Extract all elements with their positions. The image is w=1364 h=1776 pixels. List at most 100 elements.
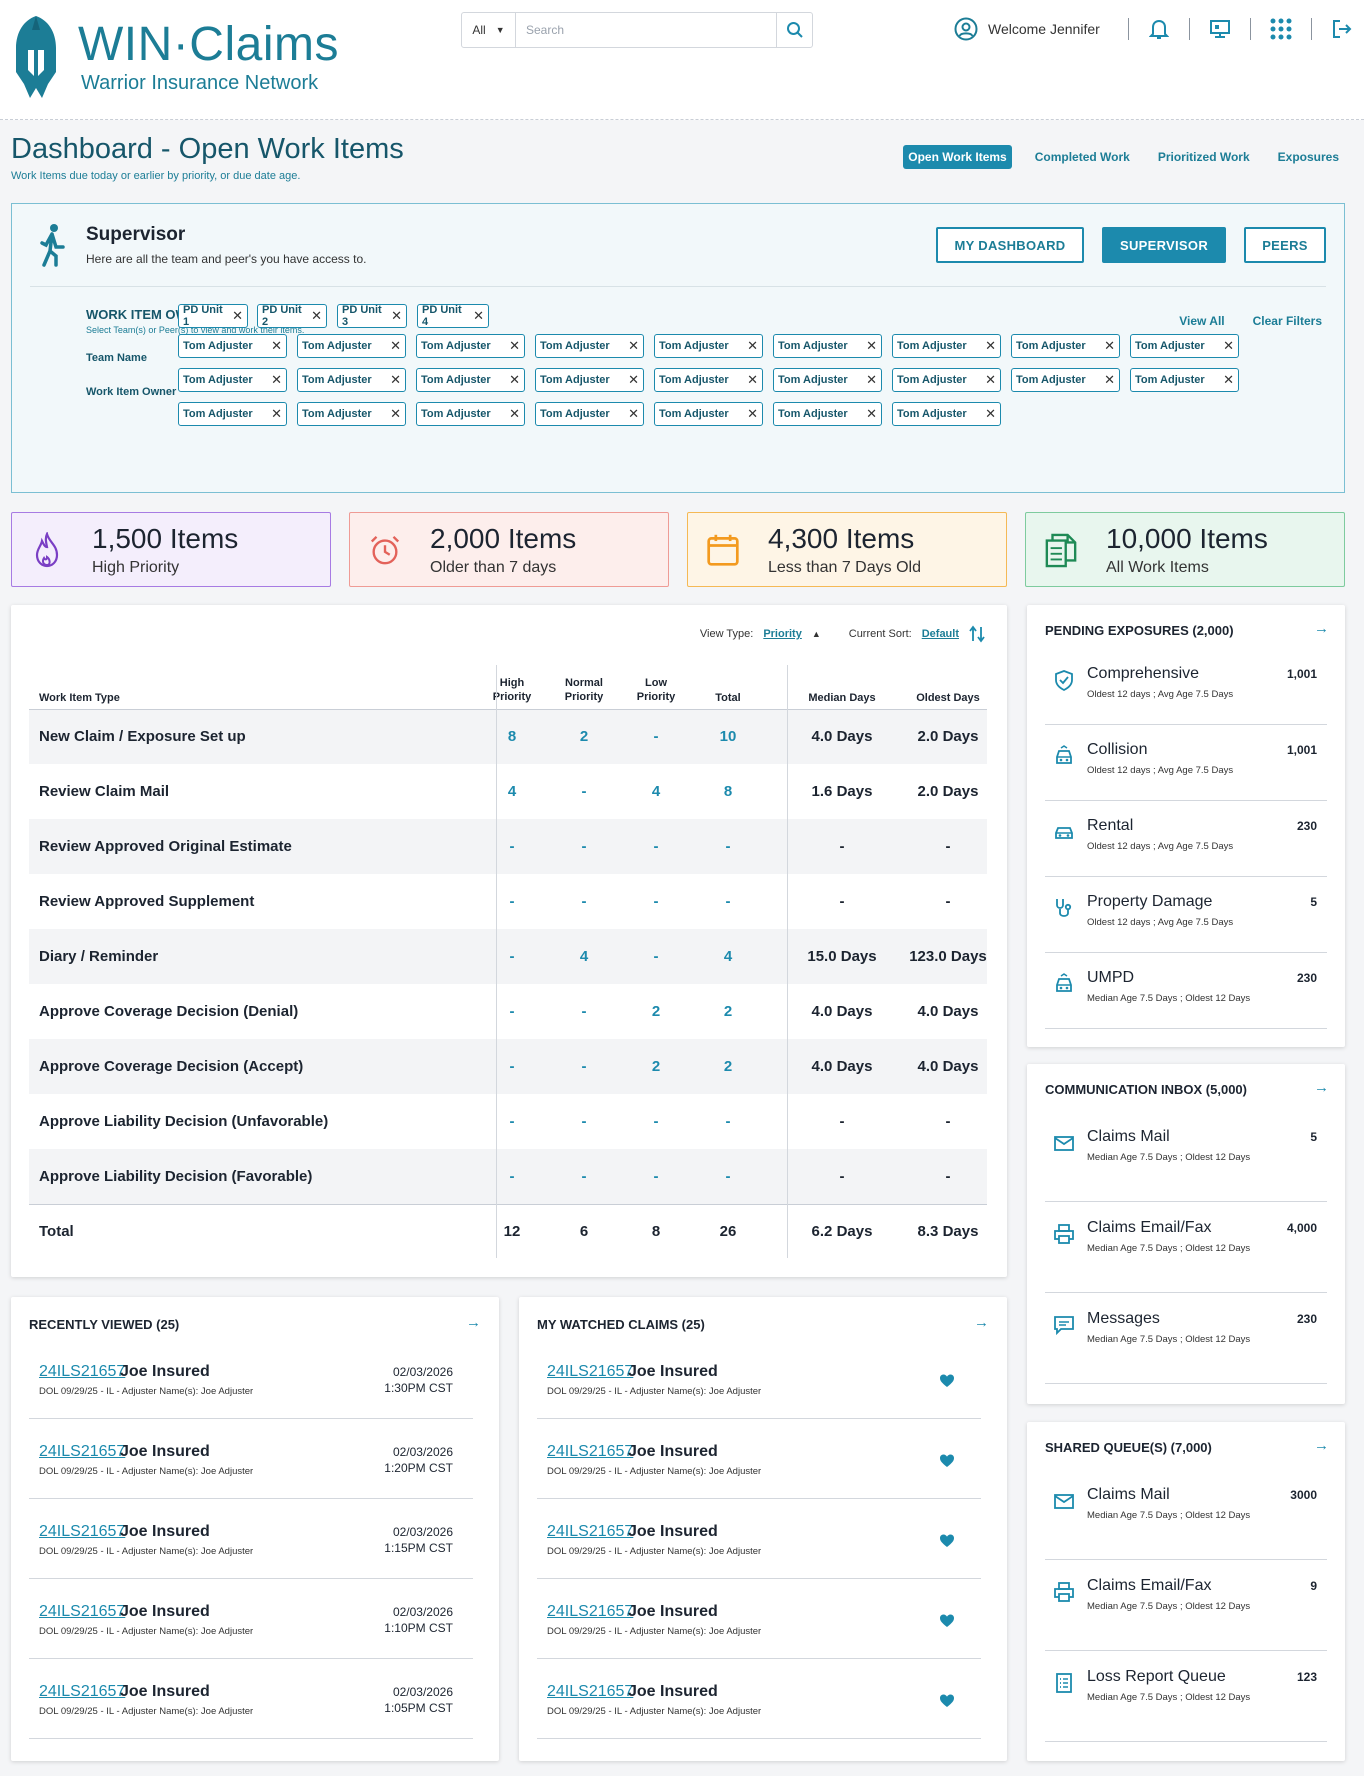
stat-card-all-work-items[interactable]: 10,000 Items All Work Items [1025, 512, 1345, 587]
arrow-right-icon[interactable]: → [1314, 620, 1329, 637]
cell-total[interactable]: 4 [693, 948, 763, 965]
side-list-item[interactable]: UMPD Median Age 7.5 Days ; Oldest 12 Days… [1045, 969, 1327, 1029]
cell-low[interactable]: 2 [621, 1003, 691, 1020]
cell-high[interactable]: 4 [477, 783, 547, 800]
claim-list-item[interactable]: 24ILS21657 Joe Insured DOL 09/29/25 - IL -… [29, 1579, 473, 1659]
close-icon[interactable]: ✕ [509, 406, 520, 422]
cell-low[interactable]: 2 [621, 1058, 691, 1075]
user-menu[interactable]: Welcome Jennifer [954, 17, 1100, 41]
claim-list-item[interactable]: 24ILS21657 Joe Insured DOL 09/29/25 - IL -… [29, 1659, 473, 1739]
owner-chip[interactable]: Tom Adjuster ✕ [654, 402, 763, 426]
close-icon[interactable]: ✕ [866, 372, 877, 388]
claim-number-link[interactable]: 24ILS21657 [39, 1603, 125, 1621]
search-input[interactable] [516, 13, 776, 47]
owner-chip[interactable]: Tom Adjuster ✕ [297, 402, 406, 426]
close-icon[interactable]: ✕ [509, 372, 520, 388]
caret-up-icon[interactable]: ▲ [812, 629, 821, 639]
close-icon[interactable]: ✕ [509, 338, 520, 354]
close-icon[interactable]: ✕ [1223, 338, 1234, 354]
close-icon[interactable]: ✕ [866, 406, 877, 422]
owner-chip[interactable]: Tom Adjuster ✕ [892, 368, 1001, 392]
side-list-item[interactable]: Loss Report Queue Median Age 7.5 Days ; O… [1045, 1668, 1327, 1742]
tab-completed-work[interactable]: Completed Work [1030, 145, 1135, 169]
claim-number-link[interactable]: 24ILS21657 [39, 1523, 125, 1541]
team-chip[interactable]: PD Unit 4 ✕ [417, 304, 489, 328]
arrow-right-icon[interactable]: → [1314, 1437, 1329, 1454]
close-icon[interactable]: ✕ [747, 372, 758, 388]
close-icon[interactable]: ✕ [628, 406, 639, 422]
close-icon[interactable]: ✕ [747, 338, 758, 354]
claim-list-item[interactable]: 24ILS21657 Joe Insured DOL 09/29/25 - IL -… [29, 1419, 473, 1499]
close-icon[interactable]: ✕ [390, 406, 401, 422]
col-header-median[interactable]: Median Days [792, 691, 892, 705]
cell-total[interactable]: 2 [693, 1058, 763, 1075]
app-logo[interactable]: WIN·Claims Warrior Insurance Network [10, 14, 339, 100]
owner-chip[interactable]: Tom Adjuster ✕ [178, 402, 287, 426]
peers-button[interactable]: PEERS [1244, 227, 1326, 263]
owner-chip[interactable]: Tom Adjuster ✕ [416, 368, 525, 392]
owner-chip[interactable]: Tom Adjuster ✕ [297, 334, 406, 358]
side-list-item[interactable]: Messages Median Age 7.5 Days ; Oldest 12 … [1045, 1310, 1327, 1384]
view-type-select[interactable]: Priority [763, 628, 802, 640]
tab-open-work-items[interactable]: Open Work Items [903, 145, 1012, 169]
claim-number-link[interactable]: 24ILS21657 [547, 1443, 633, 1461]
team-chip[interactable]: PD Unit 3 ✕ [337, 304, 407, 328]
heart-icon[interactable] [939, 1693, 955, 1709]
close-icon[interactable]: ✕ [391, 308, 402, 324]
side-list-item[interactable]: Rental Oldest 12 days ; Avg Age 7.5 Days 2… [1045, 817, 1327, 877]
table-row[interactable]: Diary / Reminder - 4 - 4 15.0 Days 123.0 Days [29, 929, 987, 984]
close-icon[interactable]: ✕ [985, 406, 996, 422]
search-button[interactable] [776, 13, 812, 47]
claim-list-item[interactable]: 24ILS21657 Joe Insured DOL 09/29/25 - IL -… [537, 1499, 981, 1579]
table-row[interactable]: New Claim / Exposure Set up 8 2 - 10 4.0 Days… [29, 709, 987, 764]
heart-icon[interactable] [939, 1453, 955, 1469]
sort-arrows-icon[interactable] [969, 625, 985, 643]
owner-chip[interactable]: Tom Adjuster ✕ [892, 334, 1001, 358]
close-icon[interactable]: ✕ [1104, 372, 1115, 388]
table-row[interactable]: Review Approved Supplement - - - - - - [29, 874, 987, 929]
close-icon[interactable]: ✕ [232, 308, 243, 324]
my-dashboard-button[interactable]: MY DASHBOARD [936, 227, 1084, 263]
arrow-right-icon[interactable]: → [466, 1314, 481, 1331]
table-row[interactable]: Approve Liability Decision (Unfavorable)… [29, 1094, 987, 1149]
col-header-high[interactable]: High Priority [487, 676, 537, 704]
close-icon[interactable]: ✕ [271, 338, 282, 354]
claim-list-item[interactable]: 24ILS21657 Joe Insured DOL 09/29/25 - IL -… [29, 1339, 473, 1419]
side-list-item[interactable]: Claims Email/Fax Median Age 7.5 Days ; Ol… [1045, 1219, 1327, 1293]
claim-number-link[interactable]: 24ILS21657 [547, 1683, 633, 1701]
owner-chip[interactable]: Tom Adjuster ✕ [178, 368, 287, 392]
table-row[interactable]: Approve Coverage Decision (Accept) - - 2 2 4.… [29, 1039, 987, 1094]
apps-button[interactable] [1269, 16, 1293, 42]
owner-chip[interactable]: Tom Adjuster ✕ [773, 334, 882, 358]
stat-card-high-priority[interactable]: 1,500 Items High Priority [11, 512, 331, 587]
close-icon[interactable]: ✕ [390, 372, 401, 388]
close-icon[interactable]: ✕ [1223, 372, 1234, 388]
cell-total[interactable]: 10 [693, 728, 763, 745]
col-header-normal[interactable]: Normal Priority [559, 676, 609, 704]
claim-number-link[interactable]: 24ILS21657 [39, 1683, 125, 1701]
arrow-right-icon[interactable]: → [974, 1314, 989, 1331]
side-list-item[interactable]: Property Damage Oldest 12 days ; Avg Age … [1045, 893, 1327, 953]
claim-number-link[interactable]: 24ILS21657 [547, 1523, 633, 1541]
cell-low[interactable]: 4 [621, 783, 691, 800]
close-icon[interactable]: ✕ [985, 338, 996, 354]
cell-normal[interactable]: 4 [549, 948, 619, 965]
owner-chip[interactable]: Tom Adjuster ✕ [1130, 334, 1239, 358]
claim-number-link[interactable]: 24ILS21657 [547, 1603, 633, 1621]
table-row[interactable]: Approve Coverage Decision (Denial) - - 2 2 4.… [29, 984, 987, 1039]
owner-chip[interactable]: Tom Adjuster ✕ [535, 402, 644, 426]
owner-chip[interactable]: Tom Adjuster ✕ [416, 334, 525, 358]
owner-chip[interactable]: Tom Adjuster ✕ [892, 402, 1001, 426]
clear-filters-link[interactable]: Clear Filters [1253, 314, 1322, 328]
close-icon[interactable]: ✕ [390, 338, 401, 354]
notifications-button[interactable] [1147, 16, 1171, 42]
col-header-oldest[interactable]: Oldest Days [898, 691, 998, 705]
cell-high[interactable]: 8 [477, 728, 547, 745]
close-icon[interactable]: ✕ [628, 372, 639, 388]
close-icon[interactable]: ✕ [628, 338, 639, 354]
claim-list-item[interactable]: 24ILS21657 Joe Insured DOL 09/29/25 - IL -… [537, 1579, 981, 1659]
owner-chip[interactable]: Tom Adjuster ✕ [535, 368, 644, 392]
side-list-item[interactable]: Claims Mail Median Age 7.5 Days ; Oldest … [1045, 1486, 1327, 1560]
table-row[interactable]: Review Claim Mail 4-4 8 1.6 Days 2.0 Days [29, 764, 987, 819]
table-row[interactable]: Approve Liability Decision (Favorable) - -… [29, 1149, 987, 1204]
